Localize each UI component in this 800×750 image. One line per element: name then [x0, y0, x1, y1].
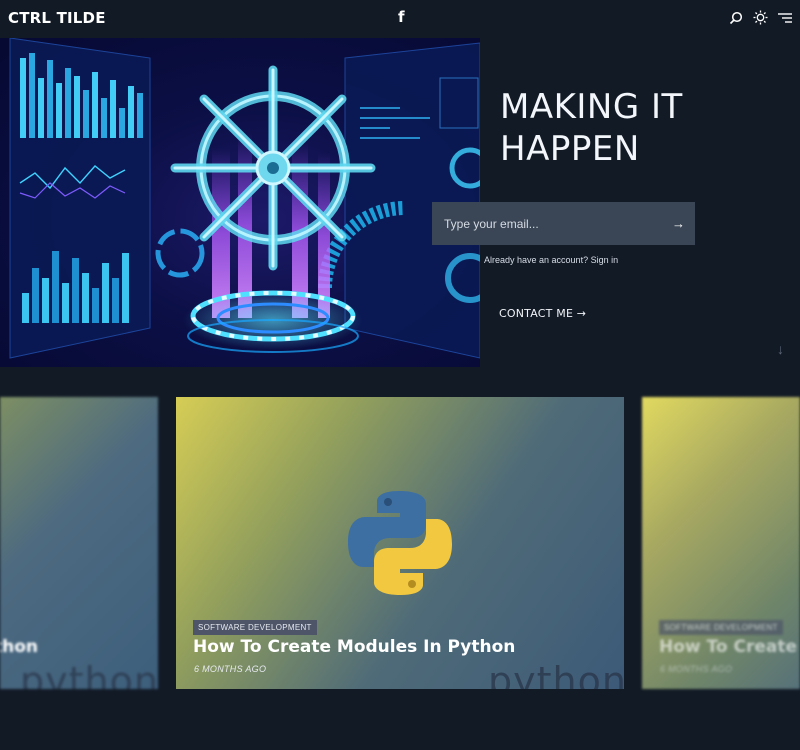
site-header: CTRL TILDE f — [0, 0, 800, 38]
decor-bar — [42, 278, 49, 323]
post-date: 6 MONTHS AGO — [660, 664, 733, 674]
decor-bar — [137, 93, 143, 138]
python-logo-icon — [348, 491, 452, 595]
decor-bar — [119, 108, 125, 138]
decor-bar — [101, 98, 107, 138]
decor-bar — [128, 86, 134, 138]
decor-bar — [74, 76, 80, 138]
python-watermark: python — [488, 659, 624, 689]
decor-bar — [65, 68, 71, 138]
facebook-icon[interactable]: f — [398, 8, 405, 26]
card-title[interactable]: How To Create Modules In Python — [193, 637, 515, 657]
card-title: thon — [0, 637, 39, 657]
submit-arrow-icon[interactable]: → — [672, 216, 685, 231]
hero-title: MAKING IT HAPPEN — [500, 87, 683, 169]
category-badge: SOFTWARE DEVELOPMENT — [659, 620, 783, 635]
decor-bar — [110, 80, 116, 138]
header-actions — [729, 10, 792, 25]
decor-bar — [56, 83, 62, 138]
decor-bar — [122, 253, 129, 323]
decor-bar — [52, 251, 59, 323]
decor-bar — [29, 53, 35, 138]
decor-bar — [112, 278, 119, 323]
post-card-previous[interactable]: thon python — [0, 397, 158, 689]
category-badge[interactable]: SOFTWARE DEVELOPMENT — [193, 620, 317, 635]
decor-bar — [102, 263, 109, 323]
scroll-down-icon[interactable]: ↓ — [777, 341, 784, 357]
kubernetes-helm-graphic — [9, 38, 480, 359]
sign-in-link[interactable]: Already have an account? Sign in — [484, 255, 618, 265]
site-logo[interactable]: CTRL TILDE — [8, 9, 106, 27]
contact-me-button[interactable]: CONTACT ME → — [499, 307, 586, 320]
decor-bar — [82, 273, 89, 323]
decor-bar — [22, 293, 29, 323]
python-watermark: python — [20, 659, 158, 689]
decor-bar — [20, 58, 26, 138]
hero-illustration — [0, 38, 480, 367]
decor-bar — [47, 60, 53, 138]
email-input[interactable] — [442, 215, 672, 232]
decor-bar — [92, 72, 98, 138]
post-card-featured[interactable]: python SOFTWARE DEVELOPMENT How To Creat… — [176, 397, 624, 689]
sun-icon[interactable] — [753, 10, 768, 25]
post-card-next[interactable]: SOFTWARE DEVELOPMENT How To Create M 6 M… — [642, 397, 800, 689]
decor-bar — [32, 268, 39, 323]
card-title: How To Create M — [659, 637, 800, 657]
post-date: 6 MONTHS AGO — [194, 664, 267, 674]
decor-bar — [62, 283, 69, 323]
decor-bar — [92, 288, 99, 323]
decor-bar — [72, 258, 79, 323]
decor-bar — [38, 78, 44, 138]
menu-icon[interactable] — [778, 12, 792, 24]
decor-bar — [83, 90, 89, 138]
search-icon[interactable] — [729, 11, 743, 25]
email-signup-form: → — [432, 202, 695, 245]
